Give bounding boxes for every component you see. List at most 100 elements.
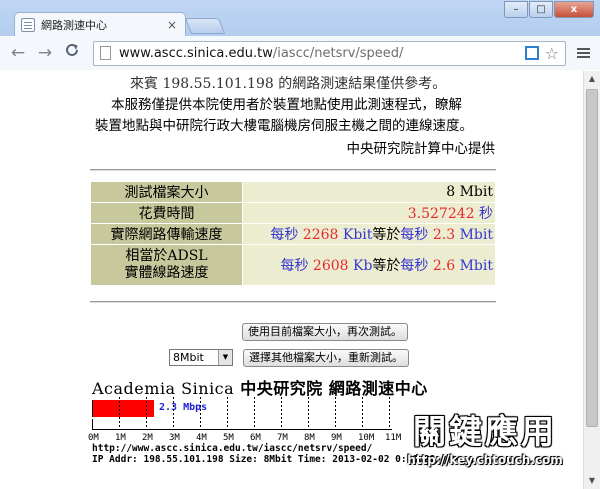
file-size-select-value: 8Mbit [173,351,204,364]
elapsed-label: 花費時間 [91,203,242,223]
greeting-suffix: 的網路測速結果僅供參考。 [273,76,447,92]
table-row: 測試檔案大小 8 Mbit [91,182,495,202]
tick-label: 10M [358,433,375,443]
watermark-title: 關鍵應用 [413,412,557,451]
equals-text: 等於 [372,227,401,243]
visitor-ip: 198.55.101.198 [162,76,274,92]
page-viewport: 來賓 198.55.101.198 的網路測速結果僅供參考。 本服務僅提供本院使… [0,71,600,489]
graph-tick [146,397,147,429]
per-second-text: 每秒 [280,258,309,274]
maximize-button[interactable]: □ [529,1,553,18]
file-size-label: 測試檔案大小 [91,182,242,202]
vertical-scrollbar[interactable]: ▲ ▼ [583,71,600,489]
tick-label: 0M [88,433,99,443]
intro-line-3: 裝置地點與中研院行政大樓電腦機房伺服主機之間的連線速度。 [95,118,473,134]
divider-bottom [90,301,496,303]
file-size-select[interactable]: 8Mbit ▼ [169,349,233,366]
mbit-unit: Mbit [459,227,493,243]
graph-url-line: http://www.ascc.sinica.edu.tw/iascc/nets… [92,443,373,454]
back-icon[interactable]: ← [6,41,30,65]
banner-english: Academia Sinica [92,379,235,398]
tick-label: 7M [277,433,288,443]
result-table: 測試檔案大小 8 Mbit 花費時間 3.527242 秒 實際網路傳輸速度 每… [90,181,496,286]
menu-icon[interactable] [572,42,594,64]
browser-chrome: 網路測速中心 × – □ x ← → www.ascc.sinica.edu.t… [0,0,600,70]
graph-tick [254,397,255,429]
mbit-unit: Mbit [459,258,493,274]
scroll-up-icon[interactable]: ▲ [584,71,600,87]
table-row: 花費時間 3.527242 秒 [91,203,495,223]
page-icon [100,46,111,60]
browser-toolbar: ← → www.ascc.sinica.edu.tw/iascc/netsrv/… [0,36,600,70]
table-row: 實際網路傳輸速度 每秒 2268 Kbit等於每秒 2.3 Mbit [91,224,495,244]
window-controls: – □ x [503,1,594,18]
tick-label: 3M [169,433,180,443]
provider-credit: 中央研究院計算中心提供 [346,141,496,157]
tab-strip: 網路測速中心 × – □ x [0,0,600,36]
graph-banner: Academia Sinica 中央研究院 網路測速中心 [92,375,428,399]
elapsed-seconds: 3.527242 [407,206,475,222]
page-action-icon[interactable] [524,46,539,60]
forward-icon[interactable]: → [33,41,57,65]
speed-bar [92,400,155,417]
actual-kbit: 2268 [302,227,339,243]
elapsed-unit: 秒 [479,206,493,222]
adsl-label: 相當於ADSL 實體線路速度 [91,245,242,285]
actual-speed-value: 每秒 2268 Kbit等於每秒 2.3 Mbit [243,224,495,244]
minimize-button[interactable]: – [504,1,528,18]
bar-origin-line [92,400,93,417]
tick-label: 5M [223,433,234,443]
tick-label: 4M [196,433,207,443]
graph-tick [335,397,336,429]
actual-mbit: 2.3 [432,227,456,243]
chevron-down-icon[interactable]: ▼ [218,350,232,365]
choose-other-size-button[interactable]: 選擇其他檔案大小，重新測試。 [243,349,409,367]
per-second-text: 每秒 [400,258,429,274]
tick-label: 6M [250,433,261,443]
scroll-down-icon[interactable]: ▼ [584,473,600,489]
tick-label: 1M [115,433,126,443]
tick-label: 9M [331,433,342,443]
graph-tick [92,419,93,429]
reload-arrow-icon [66,43,78,56]
adsl-value: 每秒 2608 Kb等於每秒 2.6 Mbit [243,245,495,285]
tab-title: 網路測速中心 [41,18,107,32]
table-row: 相當於ADSL 實體線路速度 每秒 2608 Kb等於每秒 2.6 Mbit [91,245,495,285]
per-second-text: 每秒 [270,227,299,243]
address-bar[interactable]: www.ascc.sinica.edu.tw/iascc/netsrv/spee… [93,40,566,66]
url-path: /iascc/netsrv/speed/ [272,45,404,61]
kbit-unit: Kbit [342,227,373,243]
divider-top [90,169,496,171]
graph-tick [308,397,309,429]
tick-label: 8M [304,433,315,443]
graph-tick [227,397,228,429]
watermark: 關鍵應用 http://key.chtouch.com [390,405,580,467]
url-host: www.ascc.sinica.edu.tw [119,45,273,61]
scrollbar-thumb[interactable] [586,89,598,427]
elapsed-value: 3.527242 秒 [243,203,495,223]
per-second-text: 每秒 [400,227,429,243]
close-window-button[interactable]: x [554,1,594,18]
graph-tick [281,397,282,429]
adsl-mbit: 2.6 [432,258,456,274]
reload-icon[interactable] [60,41,84,65]
bookmark-star-icon[interactable]: ☆ [545,44,559,63]
adsl-kb: 2608 [312,258,349,274]
intro-line-2: 本服務僅提供本院使用者於裝置地點使用此測速程式，瞭解 [111,97,462,113]
graph-ip-line: IP Addr: 198.55.101.198 Size: 8Mbit Time… [92,454,436,465]
browser-tab[interactable]: 網路測速中心 × [14,12,186,36]
watermark-url: http://key.chtouch.com [407,453,563,467]
adsl-label-line-1: 相當於ADSL [125,248,208,264]
retest-button[interactable]: 使用目前檔案大小，再次測試。 [242,323,408,341]
actual-speed-label: 實際網路傳輸速度 [91,224,242,244]
equals-text: 等於 [372,258,401,274]
new-tab-button[interactable] [184,18,226,34]
tick-label: 2M [142,433,153,443]
file-size-value: 8 Mbit [243,182,495,202]
graph-tick [173,397,174,429]
tab-close-icon[interactable]: × [165,18,179,32]
banner-chinese: 中央研究院 網路測速中心 [240,379,428,398]
adsl-label-line-2: 實體線路速度 [124,265,209,281]
page-favicon-icon [21,17,35,32]
greeting-prefix: 來賓 [130,76,163,92]
